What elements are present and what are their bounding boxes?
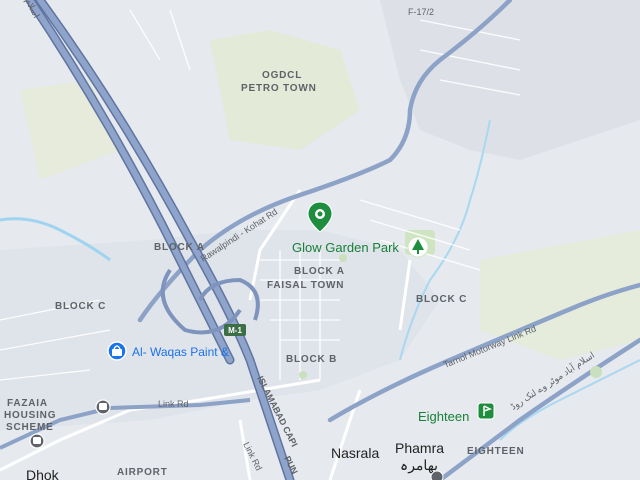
label-phamra: Phamra — [395, 440, 444, 456]
label-faisal-town: FAISAL TOWN — [267, 280, 344, 291]
bus-stop-icon[interactable] — [430, 470, 444, 480]
label-block-a-center: BLOCK A — [294, 266, 345, 277]
bus-stop-icon[interactable] — [29, 433, 45, 449]
label-al-waqas-paint[interactable]: Al- Waqas Paint & — [132, 345, 229, 359]
label-scheme: SCHEME — [6, 422, 54, 433]
label-fazaia: FAZAIA — [7, 398, 48, 409]
eighteen-pin[interactable] — [477, 402, 495, 420]
park-dot — [590, 366, 602, 378]
label-phamra-urdu: پھامرہ — [400, 457, 438, 474]
label-block-b: BLOCK B — [286, 354, 337, 365]
shopping-bag-icon[interactable] — [107, 341, 127, 361]
label-housing: HOUSING — [4, 410, 56, 421]
label-petro-town: PETRO TOWN — [241, 83, 317, 94]
label-eighteen-area: EIGHTEEN — [467, 446, 525, 457]
bus-stop-icon[interactable] — [95, 399, 111, 415]
label-block-a-left: BLOCK A — [154, 242, 205, 253]
label-airport: AIRPORT — [117, 467, 168, 478]
label-nasrala: Nasrala — [331, 445, 379, 461]
park-dot — [299, 371, 307, 379]
label-dhok: Dhok — [26, 467, 60, 480]
label-link-rd: Link Rd — [158, 399, 189, 409]
label-ogdcl: OGDCL — [262, 70, 302, 81]
label-f17: F-17/2 — [408, 7, 434, 17]
m1-shield: M-1 — [224, 324, 246, 336]
label-block-c-right: BLOCK C — [416, 294, 467, 305]
park-dot — [339, 254, 347, 262]
label-eighteen-poi[interactable]: Eighteen — [418, 409, 469, 424]
label-block-c-left: BLOCK C — [55, 301, 106, 312]
label-glow-garden-park[interactable]: Glow Garden Park — [292, 240, 399, 255]
map-canvas[interactable]: M-1 F-17/2 OGDCL PETRO TOWN BLOCK A BLOC… — [0, 0, 640, 480]
svg-text:M-1: M-1 — [228, 326, 242, 335]
park-tree-icon[interactable] — [407, 236, 429, 258]
